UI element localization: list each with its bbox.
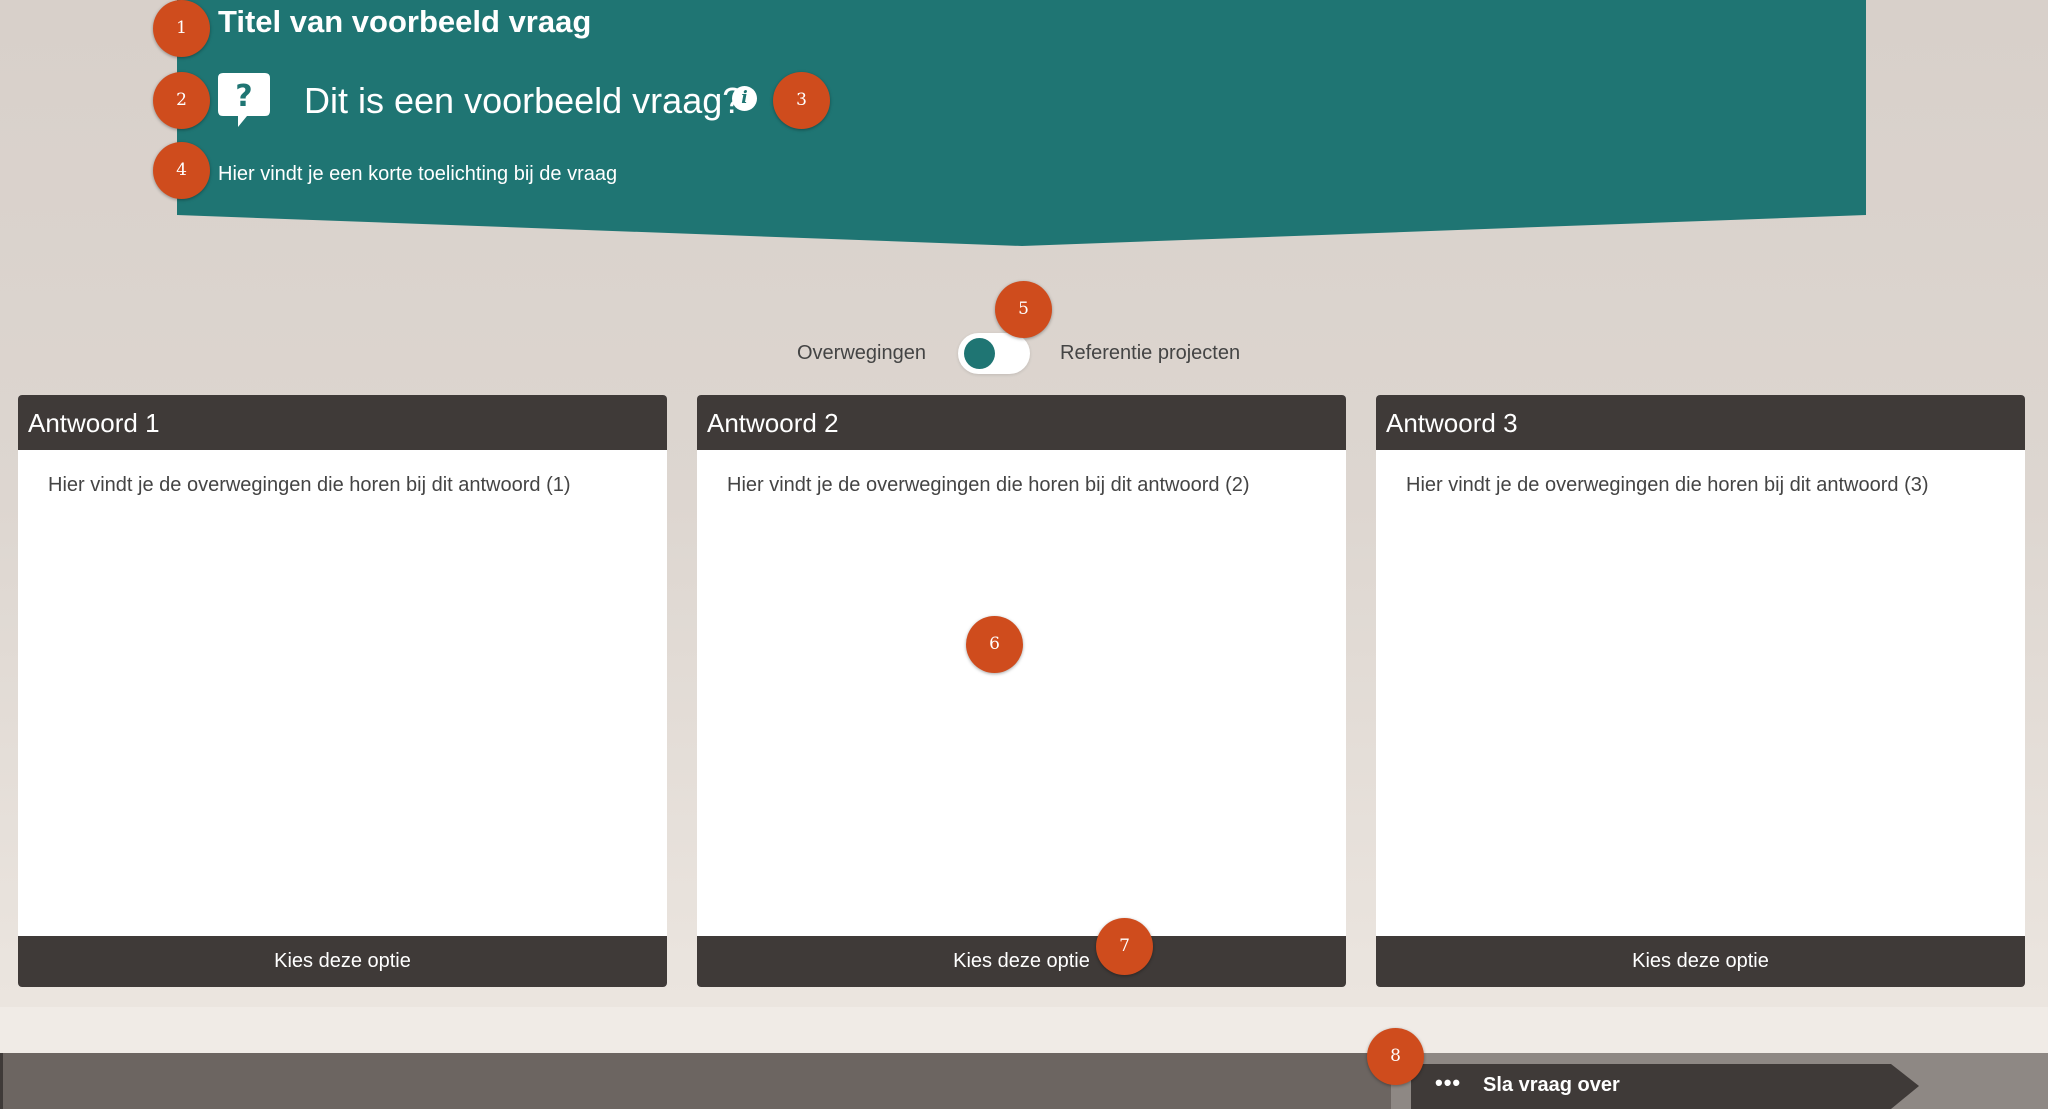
view-toggle-switch[interactable]: [958, 333, 1030, 374]
choose-option-button-2[interactable]: Kies deze optie: [697, 936, 1346, 987]
annotation-marker-7: 7: [1096, 918, 1153, 975]
annotation-marker-5: 5: [995, 281, 1052, 338]
annotation-marker-2: 2: [153, 72, 210, 129]
answer-card-body: Hier vindt je de overwegingen die horen …: [727, 474, 1250, 496]
svg-text:?: ?: [235, 79, 252, 114]
question-description: Hier vindt je een korte toelichting bij …: [218, 163, 618, 185]
speech-bubble-question-icon: ?: [218, 73, 270, 127]
choose-option-button-1[interactable]: Kies deze optie: [18, 936, 667, 987]
answer-card-title: Antwoord 1: [18, 395, 667, 450]
answer-card-title: Antwoord 3: [1376, 395, 2025, 450]
skip-question-label: Sla vraag over: [1483, 1074, 1620, 1096]
annotation-marker-1: 1: [153, 0, 210, 57]
toggle-knob: [964, 338, 995, 369]
info-icon[interactable]: i: [732, 86, 757, 111]
answer-card-2: Antwoord 2 Hier vindt je de overwegingen…: [697, 395, 1346, 987]
bottom-bar-edge: [0, 1053, 3, 1109]
choose-option-button-3[interactable]: Kies deze optie: [1376, 936, 2025, 987]
skip-question-button[interactable]: ••• Sla vraag over: [1411, 1064, 1919, 1109]
answer-card-title: Antwoord 2: [697, 395, 1346, 450]
toggle-label-referentie-projecten[interactable]: Referentie projecten: [1060, 342, 1240, 365]
annotation-marker-6: 6: [966, 616, 1023, 673]
question-text: Dit is een voorbeeld vraag?: [304, 80, 743, 121]
answer-card-body: Hier vindt je de overwegingen die horen …: [1406, 474, 1929, 496]
annotation-marker-8: 8: [1367, 1028, 1424, 1085]
annotation-marker-4: 4: [153, 142, 210, 199]
question-title: Titel van voorbeeld vraag: [218, 4, 592, 39]
toggle-label-overwegingen[interactable]: Overwegingen: [797, 342, 926, 365]
ellipsis-icon: •••: [1435, 1070, 1462, 1095]
answer-card-3: Antwoord 3 Hier vindt je de overwegingen…: [1376, 395, 2025, 987]
bottom-strip: [0, 1007, 2048, 1053]
answer-card-1: Antwoord 1 Hier vindt je de overwegingen…: [18, 395, 667, 987]
answer-card-body: Hier vindt je de overwegingen die horen …: [48, 474, 571, 496]
annotation-marker-3: 3: [773, 72, 830, 129]
